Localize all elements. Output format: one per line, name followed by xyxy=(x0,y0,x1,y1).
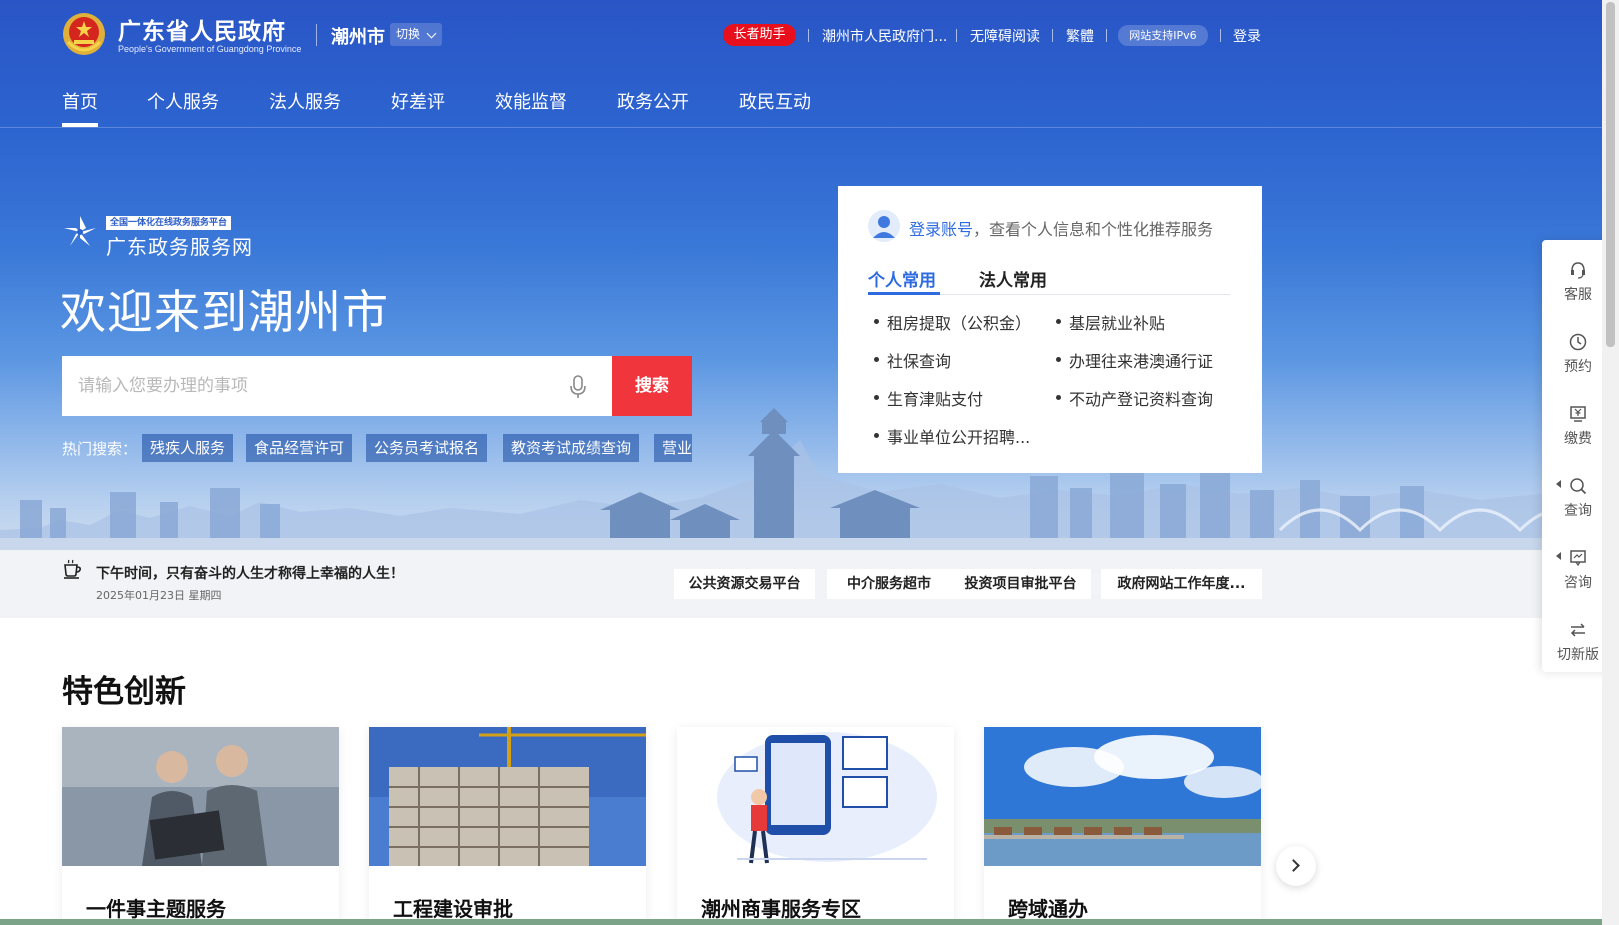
login-link[interactable]: 登录 xyxy=(1233,26,1261,46)
scrollbar-thumb[interactable] xyxy=(1606,2,1615,347)
login-prompt: 登录账号，查看个人信息和个性化推荐服务 xyxy=(909,216,1213,240)
service-link[interactable]: 基层就业补贴 xyxy=(1055,310,1165,334)
nav-corporate-services[interactable]: 法人服务 xyxy=(269,88,341,114)
city-switch-label: 切换 xyxy=(396,27,421,41)
divider xyxy=(956,29,957,42)
business-people-image xyxy=(62,727,339,866)
hot-search-label: 热门搜索： xyxy=(62,440,138,458)
feature-card-title: 潮州商事服务专区 xyxy=(701,897,861,921)
section-title: 特色创新 xyxy=(62,674,186,710)
chat-icon xyxy=(1570,550,1586,567)
city-portal-link[interactable]: 潮州市人民政府门... xyxy=(822,26,947,46)
current-city: 潮州市 xyxy=(331,27,385,48)
bridge-landscape-image xyxy=(984,727,1261,866)
carousel-next-button[interactable] xyxy=(1276,846,1316,886)
search-icon xyxy=(1570,478,1587,495)
platform-badge: 全国一体化在线政务服务平台 xyxy=(106,216,232,230)
gd-service-logo-icon xyxy=(64,216,96,246)
divider xyxy=(1052,29,1053,42)
chevron-right-icon xyxy=(1287,859,1300,872)
feature-card-title: 一件事主题服务 xyxy=(86,897,226,921)
switch-arrows-icon xyxy=(1570,623,1585,637)
feature-card-title: 工程建设审批 xyxy=(393,897,513,921)
welcome-heading: 欢迎来到潮州市 xyxy=(60,285,389,339)
platform-name[interactable]: 广东政务服务网 xyxy=(106,231,253,260)
login-card: 登录账号，查看个人信息和个性化推荐服务 个人常用 法人常用 租房提取（公积金） … xyxy=(838,186,1262,473)
clock-icon xyxy=(1569,333,1587,351)
site-title[interactable]: 广东省人民政府 xyxy=(118,12,286,46)
hot-tag[interactable]: 公务员考试报名 xyxy=(366,434,488,462)
search-input[interactable] xyxy=(62,356,562,416)
current-date: 2025年01月23日 星期四 xyxy=(96,589,222,602)
headset-icon xyxy=(1571,262,1585,279)
feature-card-cross-region[interactable]: 跨域通办 xyxy=(984,727,1261,925)
daily-motto: 下午时间，只有奋斗的人生才称得上幸福的人生！ xyxy=(96,566,404,582)
hot-tag[interactable]: 食品经营许可 xyxy=(246,434,353,462)
search-box xyxy=(62,356,612,416)
tab-corporate-common[interactable]: 法人常用 xyxy=(979,266,1047,291)
digital-service-illustration xyxy=(677,727,954,866)
main-nav: 首页 个人服务 法人服务 好差评 效能监督 政务公开 政民互动 xyxy=(0,80,1602,128)
feature-card-construction[interactable]: 工程建设审批 xyxy=(369,727,646,925)
city-switch-button[interactable]: 切换 xyxy=(390,23,442,46)
site-subtitle: People's Government of Guangdong Provinc… xyxy=(118,44,302,54)
chevron-down-icon xyxy=(426,28,437,39)
service-link[interactable]: 事业单位公开招聘... xyxy=(873,424,1030,448)
login-account-link[interactable]: 登录账号 xyxy=(909,220,973,239)
construction-site-image xyxy=(369,727,646,866)
hot-tag[interactable]: 教资考试成绩查询 xyxy=(503,434,640,462)
service-link[interactable]: 租房提取（公积金） xyxy=(873,310,1031,334)
nav-government-affairs[interactable]: 政务公开 xyxy=(617,88,689,114)
bottom-edge xyxy=(0,919,1602,925)
national-emblem-icon[interactable] xyxy=(62,12,106,56)
hot-tag[interactable]: 残疾人服务 xyxy=(142,434,234,462)
service-link[interactable]: 办理往来港澳通行证 xyxy=(1055,348,1213,372)
service-link[interactable]: 生育津贴支付 xyxy=(873,386,983,410)
divider xyxy=(1220,29,1221,42)
quick-link-public-resources[interactable]: 公共资源交易平台 xyxy=(674,569,815,599)
quick-link-annual-report[interactable]: 政府网站工作年度... xyxy=(1101,569,1262,599)
feature-card-commercial-affairs[interactable]: 潮州商事服务专区 xyxy=(677,727,954,925)
quick-link-intermediary-market[interactable]: 中介服务超市 xyxy=(827,569,951,599)
payment-icon xyxy=(1570,406,1586,422)
caret-left-icon xyxy=(1556,552,1561,560)
accessibility-link[interactable]: 无障碍阅读 xyxy=(970,26,1040,46)
search-button[interactable]: 搜索 xyxy=(612,356,692,416)
traditional-chinese-link[interactable]: 繁體 xyxy=(1066,26,1094,46)
hot-search-tags: 残疾人服务 食品经营许可 公务员考试报名 教资考试成绩查询 营业 xyxy=(142,434,692,462)
microphone-icon[interactable] xyxy=(568,374,588,400)
coffee-cup-icon xyxy=(64,559,81,579)
elder-helper-button[interactable]: 长者助手 xyxy=(723,24,796,46)
tab-personal-common[interactable]: 个人常用 xyxy=(868,266,936,291)
nav-efficiency-supervision[interactable]: 效能监督 xyxy=(495,88,567,114)
service-link[interactable]: 不动产登记资料查询 xyxy=(1055,386,1213,410)
user-avatar-icon xyxy=(868,210,900,242)
feature-card-one-thing[interactable]: 一件事主题服务 xyxy=(62,727,339,925)
divider xyxy=(1106,29,1107,42)
login-description: ，查看个人信息和个性化推荐服务 xyxy=(973,220,1214,239)
nav-service-evaluation[interactable]: 好差评 xyxy=(391,88,445,114)
quick-link-investment-approval[interactable]: 投资项目审批平台 xyxy=(950,569,1091,599)
caret-left-icon xyxy=(1556,480,1561,488)
nav-home[interactable]: 首页 xyxy=(62,88,98,127)
nav-personal-services[interactable]: 个人服务 xyxy=(147,88,219,114)
ipv6-badge: 网站支持IPv6 xyxy=(1118,25,1208,46)
feature-card-title: 跨域通办 xyxy=(1008,897,1088,921)
divider xyxy=(316,24,317,46)
hot-tag[interactable]: 营业 xyxy=(654,434,692,462)
nav-public-interaction[interactable]: 政民互动 xyxy=(739,88,811,114)
divider xyxy=(808,29,809,42)
active-tab-indicator xyxy=(868,292,940,295)
service-link[interactable]: 社保查询 xyxy=(873,348,951,372)
